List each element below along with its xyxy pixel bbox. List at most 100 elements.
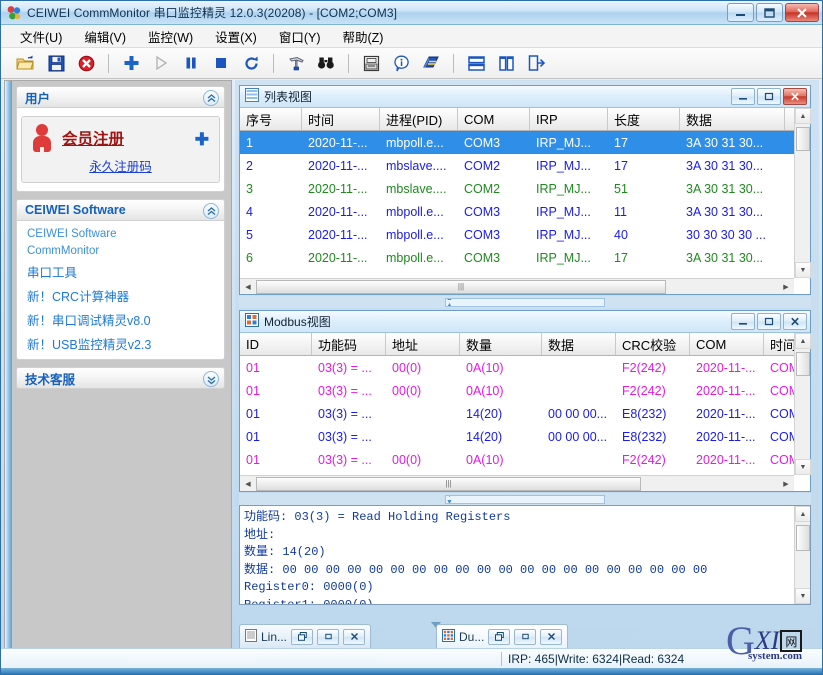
table-row[interactable]: 5 2020-11-... mbpoll.e... COM3 IRP_MJ... 40 30… bbox=[240, 223, 810, 246]
column-header[interactable]: IRP bbox=[530, 108, 608, 130]
table-row[interactable]: 72020-11-...mbslave...COM2IRP_MJ...173A … bbox=[240, 269, 810, 271]
menu-settings[interactable]: 设置(X) bbox=[204, 24, 268, 49]
modbus-view-minimize-button[interactable] bbox=[731, 313, 755, 330]
tile-vertical-icon[interactable] bbox=[491, 50, 521, 76]
scrollbar-thumb[interactable]: ||| bbox=[256, 279, 666, 294]
modbus-view-horizontal-scrollbar[interactable]: ◀ ||| ▶ bbox=[240, 475, 794, 491]
scrollbar-thumb[interactable] bbox=[796, 127, 810, 151]
column-header[interactable]: 时间 bbox=[302, 108, 380, 130]
tab-close-button[interactable] bbox=[343, 628, 366, 645]
minimize-button[interactable] bbox=[727, 3, 754, 22]
table-row[interactable]: 01 03(3) = ... 14(20) 00 00 00... E8(232) 202… bbox=[240, 402, 810, 425]
tile-horizontal-icon[interactable] bbox=[461, 50, 491, 76]
table-row[interactable]: 01 03(3) = ... 00(0) 0A(10) F2(242) 2020-11-.… bbox=[240, 448, 810, 469]
sidebar-group-support-header[interactable]: 技术客服 bbox=[16, 367, 225, 389]
scroll-down-icon[interactable]: ▼ bbox=[795, 459, 811, 475]
splitter-grip[interactable]: ▲ ······································… bbox=[445, 297, 605, 307]
scroll-up-icon[interactable]: ▲ bbox=[795, 333, 811, 349]
sidebar-link-usb-monitor[interactable]: 新！USB监控精灵v2.3 bbox=[17, 331, 224, 355]
tools-icon[interactable] bbox=[281, 50, 311, 76]
menu-edit[interactable]: 编辑(V) bbox=[73, 24, 137, 49]
list-view-minimize-button[interactable] bbox=[731, 88, 755, 105]
splitter-grip[interactable]: ▼ ······································… bbox=[445, 494, 605, 504]
column-header[interactable]: COM bbox=[690, 333, 764, 355]
delete-icon[interactable] bbox=[71, 50, 101, 76]
tab-line-view[interactable]: Lin... bbox=[239, 624, 372, 648]
column-header[interactable]: 功能码 bbox=[312, 333, 386, 355]
column-header[interactable]: 数据 bbox=[680, 108, 785, 130]
table-row[interactable]: 3 2020-11-... mbslave.... COM2 IRP_MJ... 51 3A… bbox=[240, 177, 810, 200]
exit-icon[interactable] bbox=[521, 50, 551, 76]
column-header[interactable]: 地址 bbox=[386, 333, 460, 355]
table-row[interactable]: 4 2020-11-... mbpoll.e... COM3 IRP_MJ... 11 3A… bbox=[240, 200, 810, 223]
column-header[interactable]: 序号 bbox=[240, 108, 302, 130]
scrollbar-thumb[interactable] bbox=[796, 352, 810, 376]
table-row[interactable]: 2 2020-11-... mbslave.... COM2 IRP_MJ... 17 3A… bbox=[240, 154, 810, 177]
open-icon[interactable] bbox=[11, 50, 41, 76]
book-icon[interactable] bbox=[416, 50, 446, 76]
tab-restore-button[interactable] bbox=[488, 628, 511, 645]
stop-icon[interactable] bbox=[206, 50, 236, 76]
scroll-right-icon[interactable]: ▶ bbox=[778, 476, 794, 491]
table-row[interactable]: 01 03(3) = ... 14(20) 00 00 00... E8(232) 202… bbox=[240, 425, 810, 448]
column-header[interactable]: 进程(PID) bbox=[380, 108, 458, 130]
table-row[interactable]: 1 2020-11-... mbpoll.e... COM3 IRP_MJ... 17 3A… bbox=[240, 131, 810, 154]
scroll-right-icon[interactable]: ▶ bbox=[778, 279, 794, 294]
column-header[interactable]: ID bbox=[240, 333, 312, 355]
scroll-left-icon[interactable]: ◀ bbox=[240, 476, 256, 491]
menu-file[interactable]: 文件(U) bbox=[9, 24, 73, 49]
sidebar-link-serial-debug[interactable]: 新！串口调试精灵v8.0 bbox=[17, 307, 224, 331]
menu-window[interactable]: 窗口(Y) bbox=[268, 24, 332, 49]
list-view-horizontal-scrollbar[interactable]: ◀ ||| ▶ bbox=[240, 278, 794, 294]
scroll-left-icon[interactable]: ◀ bbox=[240, 279, 256, 294]
menu-help[interactable]: 帮助(Z) bbox=[332, 24, 395, 49]
scroll-down-icon[interactable]: ▼ bbox=[795, 588, 810, 604]
sidebar-link-commmonitor[interactable]: CommMonitor bbox=[17, 242, 224, 259]
tab-dump-view[interactable]: Du... bbox=[436, 624, 569, 648]
sidebar-group-user-header[interactable]: 用户 bbox=[16, 86, 225, 108]
table-row[interactable]: 6 2020-11-... mbpoll.e... COM3 IRP_MJ... 17 3A… bbox=[240, 246, 810, 269]
detail-pane-vertical-scrollbar[interactable]: ▲ ▼ bbox=[794, 506, 810, 604]
member-register-link[interactable]: 会员注册 bbox=[62, 127, 124, 149]
scroll-up-icon[interactable]: ▲ bbox=[795, 506, 810, 522]
modbus-view-vertical-scrollbar[interactable]: ▲ ▼ bbox=[794, 333, 811, 475]
menu-monitor[interactable]: 监控(W) bbox=[137, 24, 204, 49]
add-icon[interactable] bbox=[116, 50, 146, 76]
table-row[interactable]: 01 03(3) = ... 00(0) 0A(10) F2(242) 2020-11-.… bbox=[240, 356, 810, 379]
column-header[interactable]: 长度 bbox=[608, 108, 680, 130]
find-icon[interactable] bbox=[311, 50, 341, 76]
tab-minimize-button[interactable] bbox=[317, 628, 340, 645]
info-icon[interactable] bbox=[386, 50, 416, 76]
splitter-top[interactable]: ▲ ······································… bbox=[239, 296, 811, 308]
refresh-icon[interactable] bbox=[236, 50, 266, 76]
tab-restore-button[interactable] bbox=[291, 628, 314, 645]
maximize-button[interactable] bbox=[756, 3, 783, 22]
permanent-code-link[interactable]: 永久注册码 bbox=[30, 156, 211, 175]
modbus-view-close-button[interactable] bbox=[783, 313, 807, 330]
sidebar-link-crc-calculator[interactable]: 新！CRC计算神器 bbox=[17, 283, 224, 307]
sidebar-link-ceiwei-software[interactable]: CEIWEI Software bbox=[17, 225, 224, 242]
column-header[interactable]: 数据 bbox=[542, 333, 616, 355]
print-icon[interactable] bbox=[356, 50, 386, 76]
chevron-up-icon[interactable] bbox=[203, 203, 219, 219]
close-button[interactable] bbox=[785, 3, 819, 22]
list-view-vertical-scrollbar[interactable]: ▲ ▼ bbox=[794, 108, 811, 278]
sidebar-group-software-header[interactable]: CEIWEI Software bbox=[16, 199, 225, 221]
scrollbar-thumb[interactable] bbox=[796, 525, 810, 551]
scrollbar-thumb[interactable]: ||| bbox=[256, 476, 641, 491]
sidebar-link-serial-tools[interactable]: 串口工具 bbox=[17, 259, 224, 283]
column-header[interactable]: CRC校验 bbox=[616, 333, 690, 355]
column-header[interactable]: 数量 bbox=[460, 333, 542, 355]
table-row[interactable]: 01 03(3) = ... 00(0) 0A(10) F2(242) 2020-11-.… bbox=[240, 379, 810, 402]
column-header[interactable]: COM bbox=[458, 108, 530, 130]
tab-minimize-button[interactable] bbox=[514, 628, 537, 645]
scroll-up-icon[interactable]: ▲ bbox=[795, 108, 811, 124]
pause-icon[interactable] bbox=[176, 50, 206, 76]
save-icon[interactable] bbox=[41, 50, 71, 76]
splitter-bottom[interactable]: ▼ ······································… bbox=[239, 493, 811, 505]
list-view-close-button[interactable] bbox=[783, 88, 807, 105]
scroll-down-icon[interactable]: ▼ bbox=[795, 262, 811, 278]
list-view-maximize-button[interactable] bbox=[757, 88, 781, 105]
add-member-icon[interactable]: ✚ bbox=[195, 131, 209, 148]
tab-close-button[interactable] bbox=[540, 628, 563, 645]
